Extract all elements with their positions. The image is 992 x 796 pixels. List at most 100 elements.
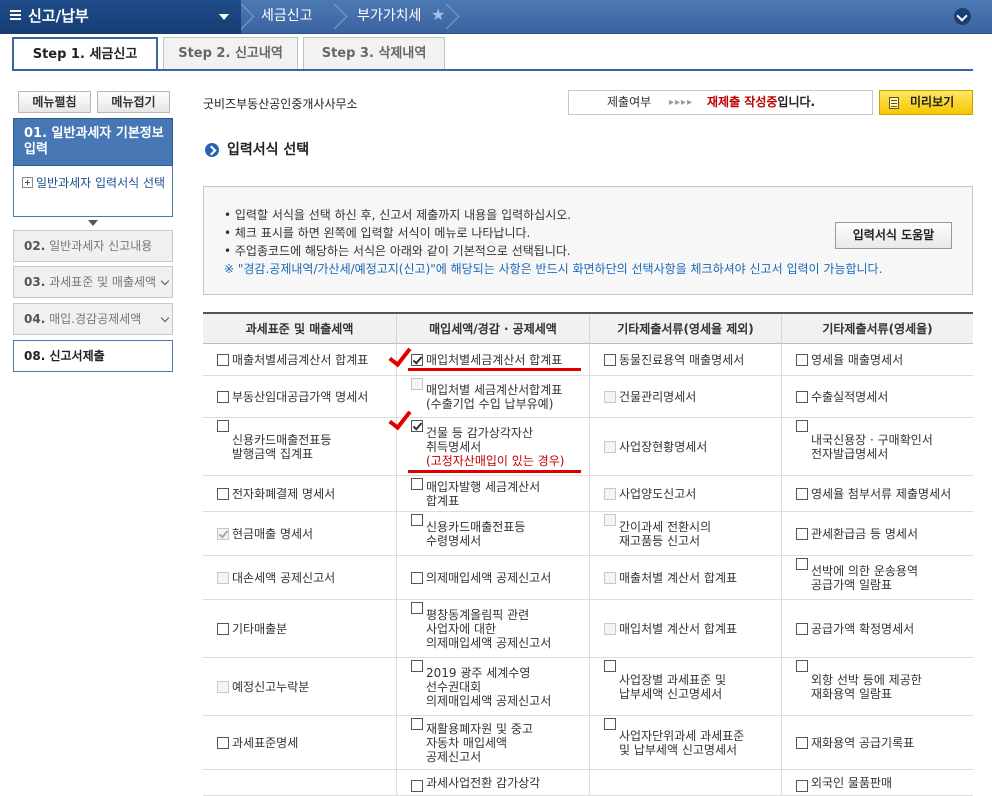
form-label: 신용카드매출전표등 수령명세서 [426,520,525,548]
form-checkbox[interactable] [796,736,808,749]
status-label: 제출여부 [607,95,652,109]
form-checkbox[interactable] [411,602,423,614]
expand-circle-icon[interactable] [954,8,971,25]
form-checkbox[interactable] [604,353,616,366]
form-checkbox[interactable] [217,420,229,432]
plus-box-icon [22,177,33,188]
table-row: 과세표준명세 재활용폐자원 및 중고 자동차 매입세액 공제신고서 사업자단위과세 과세… [203,716,973,770]
form-checkbox[interactable] [411,478,423,490]
form-checkbox[interactable] [411,420,423,432]
form-checkbox[interactable] [796,622,808,635]
form-checkbox[interactable] [217,390,229,403]
sidebar-item-label: 과세표준 및 매출세액 [49,275,157,289]
form-label-line: 매입자발행 세금계산서 [426,479,541,494]
collapse-menu-button[interactable]: 메뉴접기 [97,91,170,113]
form-label-line: 외항 선박 등에 제공한 [811,672,922,687]
preview-button-label: 미리보기 [910,95,955,109]
hamburger-icon [10,10,21,20]
tab-step1[interactable]: Step 1. 세금신고 [12,37,158,71]
breadcrumb-item-vat[interactable]: 부가가치세 [357,0,421,34]
form-label-line: 매출처별 계산서 합계표 [619,570,738,585]
form-checkbox[interactable] [411,353,423,366]
sidebar-current-section[interactable]: 01. 일반과세자 기본정보 입력 [13,118,173,166]
form-label: 매입처별 세금계산서합계표 (수출기업 수입 납부유예) [426,383,562,411]
form-label-line: 매출처별세금계산서 합계표 [232,352,369,367]
form-checkbox[interactable] [411,660,423,672]
form-checkbox [604,622,616,635]
form-label-line: 대손세액 공제신고서 [232,570,336,585]
form-checkbox[interactable] [796,779,808,792]
form-label: 예정신고누락분 [232,680,309,694]
form-checkbox[interactable] [217,487,229,500]
form-checkbox[interactable] [411,718,423,730]
table-cell: 영세율 매출명세서 [781,344,973,375]
section-title-text: 입력서식 선택 [227,142,310,158]
form-label-line: 평창동계올림픽 관련 [426,607,530,622]
form-label: 영세율 첨부서류 제출명세서 [811,487,951,501]
table-header: 과세표준 및 매출세액 매입세액/경감 · 공제세액 기타제출서류(영세율 제외… [203,312,973,345]
chevron-down-icon [160,276,170,286]
favorite-star-icon[interactable]: ★ [431,5,445,24]
sidebar-item-number: 02. [24,239,46,253]
form-label: 사업양도신고서 [619,487,696,501]
form-label: 건물관리명세서 [619,390,696,404]
form-checkbox[interactable] [411,514,423,526]
form-checkbox[interactable] [796,558,808,570]
form-checkbox[interactable] [796,420,808,432]
form-checkbox[interactable] [796,660,808,672]
column-header: 과세표준 및 매출세액 [245,322,354,336]
form-checkbox[interactable] [796,527,808,540]
sidebar-sub-item[interactable]: 일반과세자 입력서식 선택 [13,166,173,217]
form-label: 매입처별세금계산서 합계표 [426,353,562,367]
tab-step2[interactable]: Step 2. 신고내역 [163,37,298,70]
sidebar-item-label: 일반과세자 신고내용 [49,239,153,253]
table-row: 예정신고누락분 2019 광주 세계수영 선수권대회 의제매입세액 공제신고서 사업장별… [203,658,973,716]
form-checkbox[interactable] [604,718,616,730]
table-cell: 내국신용장 · 구매확인서 전자발급명세서 [781,418,973,475]
form-checkbox[interactable] [217,622,229,635]
form-label-line: 의제매입세액 공제신고서 [426,693,552,708]
document-icon [889,97,899,109]
table-cell [203,770,396,795]
form-label: 2019 광주 세계수영 선수권대회 의제매입세액 공제신고서 [426,666,551,708]
form-checkbox [604,514,616,526]
table-cell: 사업양도신고서 [589,476,781,511]
preview-button[interactable]: 미리보기 [879,90,973,115]
table-row: 기타매출분 평창동계올림픽 관련 사업자에 대한 의제매입세액 공제신고서 매입처별 계… [203,600,973,658]
arrow-circle-icon [205,143,219,157]
form-checkbox[interactable] [796,487,808,500]
menu-title-button[interactable]: 신고/납부 [0,0,241,34]
table-cell: 영세율 첨부서류 제출명세서 [781,476,973,511]
tab-step3[interactable]: Step 3. 삭제내역 [303,37,445,70]
form-help-button[interactable]: 입력서식 도움말 [835,222,952,249]
form-label: 평창동계올림픽 관련 사업자에 대한 의제매입세액 공제신고서 [426,608,551,650]
form-checkbox [411,378,423,390]
form-label: 의제매입세액 공제신고서 [426,571,551,585]
form-checkbox[interactable] [217,353,229,366]
breadcrumb-item-tax-filing[interactable]: 세금신고 [261,0,313,34]
sidebar-item-04[interactable]: 04. 매입.경감공제세액 [13,303,173,335]
form-checkbox[interactable] [796,390,808,403]
form-checkbox[interactable] [796,353,808,366]
form-label-line: 부동산임대공급가액 명세서 [232,389,369,404]
table-cell: 수출실적명세서 [781,376,973,417]
form-checkbox[interactable] [604,660,616,672]
form-checkbox[interactable] [411,779,423,792]
form-label: 선박에 의한 운송용역 공급가액 일람표 [811,564,918,592]
form-checkbox[interactable] [217,736,229,749]
form-label-line: 매입처별 계산서 합계표 [619,621,738,636]
expand-menu-button[interactable]: 메뉴펼침 [18,91,91,113]
sidebar-item-02[interactable]: 02. 일반과세자 신고내용 [13,230,173,262]
form-label: 내국신용장 · 구매확인서 전자발급명세서 [811,433,933,461]
table-cell: 전자화폐결제 명세서 [203,476,396,511]
form-checkbox [217,680,229,693]
sidebar-item-08[interactable]: 08. 신고서제출 [13,340,173,372]
chevron-down-icon [160,313,170,323]
sidebar-item-03[interactable]: 03. 과세표준 및 매출세액 [13,266,173,298]
form-label: 사업자단위과세 과세표준 및 납부세액 신고명세서 [619,729,744,757]
form-checkbox[interactable] [411,571,423,584]
form-label-line: 기타매출분 [232,621,288,636]
form-label-line: 동물진료용역 매출명세서 [619,352,745,367]
tab-underline [12,69,973,71]
form-label: 영세율 매출명세서 [811,353,903,367]
